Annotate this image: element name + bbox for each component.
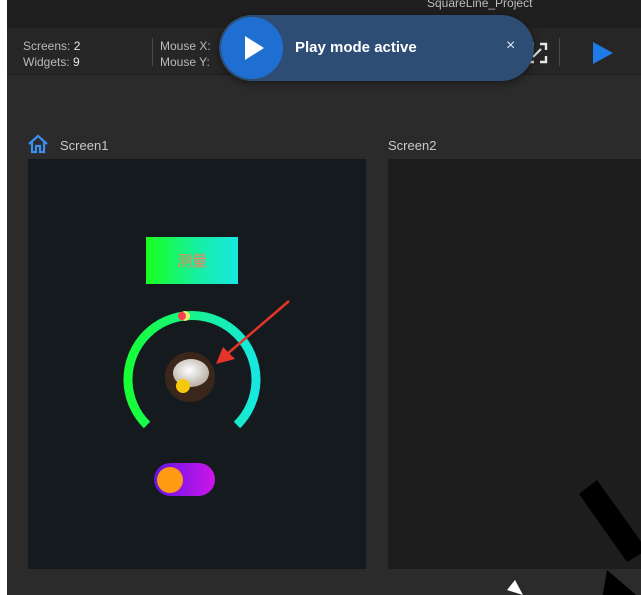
play-icon <box>593 42 613 64</box>
play-icon <box>245 36 264 60</box>
toggle-switch[interactable] <box>154 463 215 496</box>
toggle-knob <box>157 467 183 493</box>
screen1-label[interactable]: Screen1 <box>60 138 108 153</box>
play-button[interactable] <box>587 38 617 68</box>
arc-indicator-marker <box>178 312 186 320</box>
mouse-y-label: Mouse Y: <box>160 55 210 69</box>
screens-count-label: Screens: <box>23 39 71 53</box>
mouse-coordinates: Mouse X: Mouse Y: <box>160 38 211 70</box>
toast-close-button[interactable]: × <box>506 38 515 54</box>
widgets-count-value: 9 <box>73 55 80 69</box>
toolbar-divider-2 <box>559 38 560 66</box>
play-mode-toast: Play mode active × <box>219 15 534 81</box>
project-stats: Screens: 2 Widgets: 9 <box>23 38 80 70</box>
mouse-x-label: Mouse X: <box>160 39 211 53</box>
watermark-shape <box>507 480 641 595</box>
screen2-label[interactable]: Screen2 <box>388 138 436 153</box>
toolbar-divider <box>152 38 153 66</box>
arc-widget[interactable] <box>28 159 366 569</box>
toast-play-circle <box>221 17 283 79</box>
window-title: SquareLine_Project <box>427 0 533 10</box>
toast-message: Play mode active <box>295 39 417 56</box>
screens-count-value: 2 <box>73 39 81 53</box>
home-icon[interactable] <box>27 134 49 154</box>
widgets-count-label: Widgets: <box>23 55 70 69</box>
app-window: SquareLine_Project Screens: 2 Widgets: 9… <box>7 0 641 595</box>
screen1-canvas[interactable]: 测量 <box>28 159 366 569</box>
arc-knob-dot <box>176 379 190 393</box>
